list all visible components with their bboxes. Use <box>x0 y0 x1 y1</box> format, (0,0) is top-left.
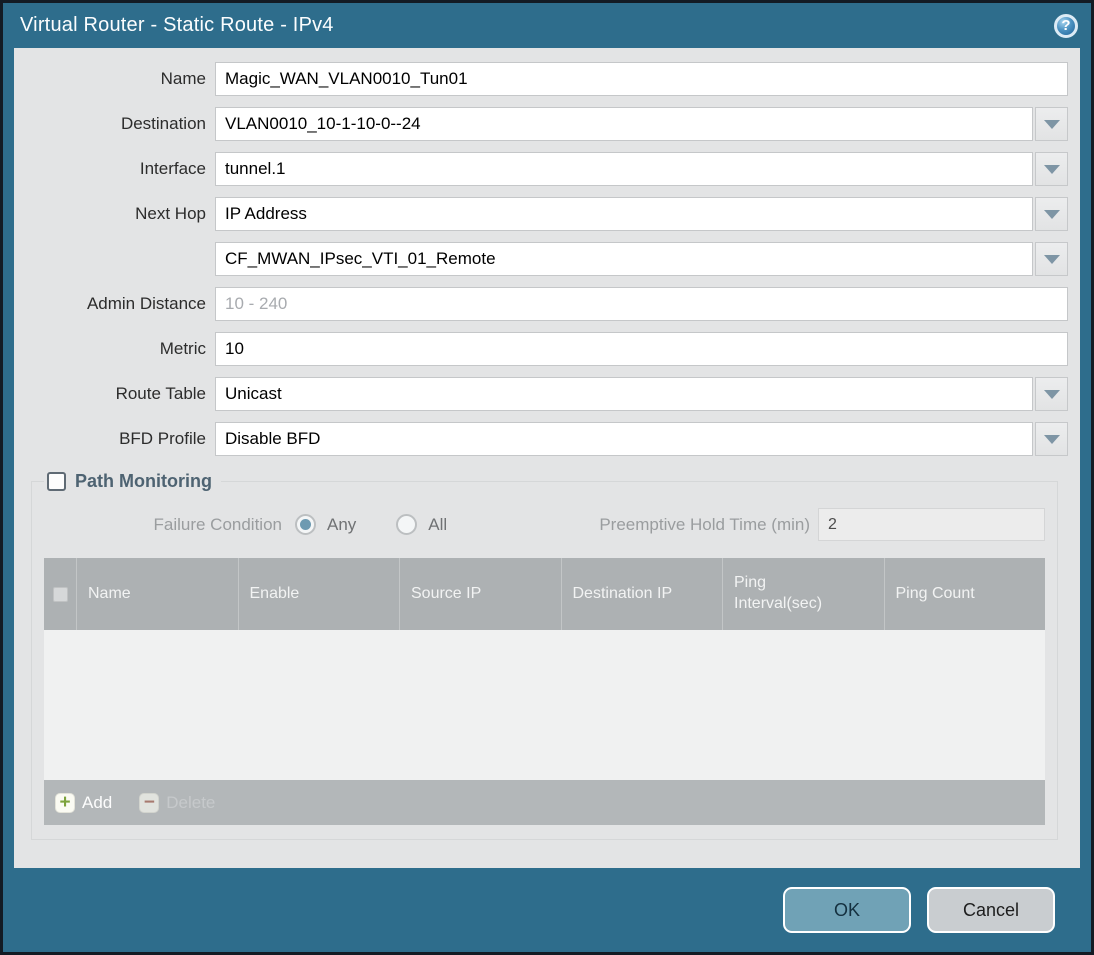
minus-icon: − <box>139 792 160 813</box>
next-hop-address-input[interactable] <box>215 242 1033 276</box>
ok-button[interactable]: OK <box>783 887 911 933</box>
route-table-row: Route Table <box>14 377 1068 411</box>
preemptive-hold-time-label: Preemptive Hold Time (min) <box>599 514 810 534</box>
path-monitoring-table: Name Enable Source IP Destination IP Pin… <box>44 558 1045 825</box>
interface-dropdown-button[interactable] <box>1035 152 1068 186</box>
admin-distance-row: Admin Distance <box>14 287 1068 321</box>
failure-condition-row: Failure Condition Any All Preemptive Hol… <box>44 508 1045 541</box>
failure-condition-label: Failure Condition <box>153 514 282 534</box>
metric-row: Metric <box>14 332 1068 366</box>
bfd-profile-row: BFD Profile <box>14 422 1068 456</box>
destination-dropdown-button[interactable] <box>1035 107 1068 141</box>
chevron-down-icon <box>1043 389 1060 399</box>
path-monitoring-checkbox[interactable] <box>47 472 66 491</box>
dialog-titlebar: Virtual Router - Static Route - IPv4 ? <box>3 3 1091 48</box>
metric-label: Metric <box>159 339 206 358</box>
dialog-footer: OK Cancel <box>3 868 1091 952</box>
column-header-enable[interactable]: Enable <box>237 558 400 630</box>
bfd-profile-input[interactable] <box>215 422 1033 456</box>
failure-condition-any-radio[interactable] <box>295 514 316 535</box>
chevron-down-icon <box>1043 434 1060 444</box>
chevron-down-icon <box>1043 254 1060 264</box>
column-header-ping-interval[interactable]: Ping Interval(sec) <box>722 558 884 630</box>
name-row: Name <box>14 62 1068 96</box>
interface-input[interactable] <box>215 152 1033 186</box>
column-header-ping-count[interactable]: Ping Count <box>883 558 1046 630</box>
destination-row: Destination <box>14 107 1068 141</box>
bfd-profile-label: BFD Profile <box>119 429 206 448</box>
path-monitoring-legend: Path Monitoring <box>44 471 221 492</box>
add-button[interactable]: + Add <box>55 792 113 813</box>
route-table-dropdown-button[interactable] <box>1035 377 1068 411</box>
chevron-down-icon <box>1043 209 1060 219</box>
next-hop-dropdown-button[interactable] <box>1035 197 1068 231</box>
page-title: Virtual Router - Static Route - IPv4 <box>20 14 334 36</box>
bfd-profile-dropdown-button[interactable] <box>1035 422 1068 456</box>
name-input[interactable] <box>215 62 1068 96</box>
name-label: Name <box>160 69 206 88</box>
next-hop-label: Next Hop <box>135 204 206 223</box>
admin-distance-label: Admin Distance <box>86 294 206 313</box>
destination-label: Destination <box>120 114 206 133</box>
interface-row: Interface <box>14 152 1068 186</box>
path-monitoring-title: Path Monitoring <box>75 471 212 491</box>
metric-input[interactable] <box>215 332 1068 366</box>
admin-distance-input[interactable] <box>215 287 1068 321</box>
next-hop-row: Next Hop <box>14 197 1068 231</box>
next-hop-address-dropdown-button[interactable] <box>1035 242 1068 276</box>
failure-condition-any-label: Any <box>327 514 357 534</box>
static-route-dialog: Virtual Router - Static Route - IPv4 ? N… <box>0 0 1094 955</box>
column-header-name[interactable]: Name <box>76 558 238 630</box>
delete-button-label: Delete <box>166 792 216 812</box>
route-table-input[interactable] <box>215 377 1033 411</box>
column-header-source-ip[interactable]: Source IP <box>399 558 561 630</box>
path-monitoring-section: Path Monitoring Failure Condition Any Al… <box>31 471 1058 840</box>
table-header-row: Name Enable Source IP Destination IP Pin… <box>44 558 1045 630</box>
table-footer-bar: + Add − Delete <box>44 780 1045 825</box>
failure-condition-all-label: All <box>428 514 448 534</box>
cancel-button[interactable]: Cancel <box>927 887 1055 933</box>
chevron-down-icon <box>1043 119 1060 129</box>
help-icon[interactable]: ? <box>1054 13 1078 38</box>
delete-button[interactable]: − Delete <box>139 792 216 813</box>
interface-label: Interface <box>139 159 206 178</box>
destination-input[interactable] <box>215 107 1033 141</box>
preemptive-hold-time-input[interactable] <box>818 508 1045 541</box>
chevron-down-icon <box>1043 164 1060 174</box>
dialog-body: Name Destination Interface Next Hop Admi… <box>14 48 1080 868</box>
next-hop-address-row <box>14 242 1068 276</box>
plus-icon: + <box>55 792 75 813</box>
next-hop-type-input[interactable] <box>215 197 1033 231</box>
route-table-label: Route Table <box>115 384 206 403</box>
select-all-cell <box>44 558 76 630</box>
table-body-empty[interactable] <box>44 630 1045 780</box>
failure-condition-all-radio[interactable] <box>396 514 418 535</box>
add-button-label: Add <box>82 792 113 812</box>
column-header-destination-ip[interactable]: Destination IP <box>560 558 723 630</box>
select-all-checkbox[interactable] <box>52 586 68 602</box>
